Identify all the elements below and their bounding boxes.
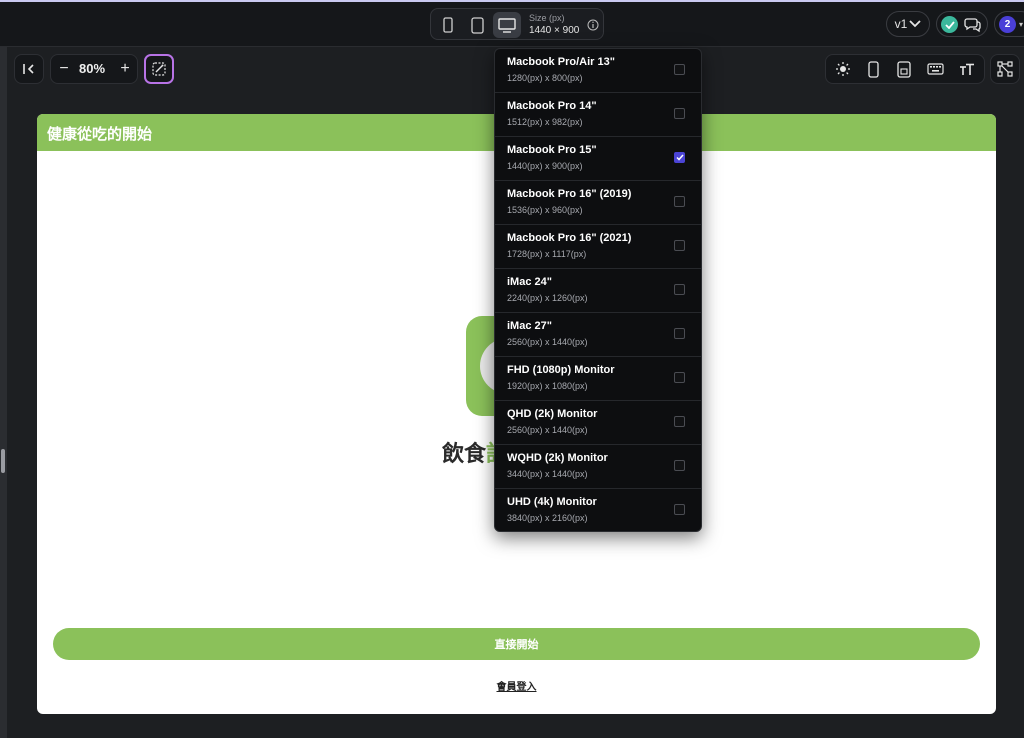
device-option[interactable]: QHD (2k) Monitor 2560(px) x 1440(px) — [495, 401, 701, 445]
device-option-resolution: 2240(px) x 1260(px) — [507, 293, 588, 303]
device-option-checkbox[interactable] — [674, 196, 685, 207]
device-option[interactable]: Macbook Pro 14" 1512(px) x 982(px) — [495, 93, 701, 137]
device-option-checkbox[interactable] — [674, 108, 685, 119]
device-option-resolution: 1440(px) x 900(px) — [507, 161, 583, 171]
start-button[interactable]: 直接開始 — [53, 628, 980, 660]
collapse-panel-group — [14, 54, 44, 84]
left-panel-edge — [0, 47, 7, 738]
collaborators-button[interactable]: 2 ▾ — [994, 11, 1024, 37]
device-option-name: UHD (4k) Monitor — [507, 496, 597, 508]
theme-toggle-button[interactable] — [828, 57, 858, 81]
collapse-left-icon — [23, 64, 34, 74]
device-option-resolution: 1920(px) x 1080(px) — [507, 381, 588, 391]
flow-group — [990, 54, 1020, 84]
device-option-name: Macbook Pro 16" (2019) — [507, 188, 632, 200]
zoom-controls: − 80% + — [50, 54, 138, 84]
preview-options — [825, 54, 985, 84]
keyboard-icon — [926, 63, 944, 75]
desktop-view-button[interactable] — [493, 12, 521, 38]
device-option-name: Macbook Pro 15" — [507, 144, 597, 156]
device-option-name: QHD (2k) Monitor — [507, 408, 598, 420]
device-option[interactable]: Macbook Pro 15" 1440(px) x 900(px) — [495, 137, 701, 181]
zoom-out-button[interactable]: − — [51, 57, 77, 81]
flow-view-button[interactable] — [992, 57, 1018, 81]
member-login-link[interactable]: 會員登入 — [37, 678, 996, 693]
device-option-resolution: 3840(px) x 2160(px) — [507, 513, 588, 523]
ai-magic-button[interactable] — [144, 54, 174, 84]
user-count-badge: 2 — [999, 16, 1016, 33]
text-size-icon — [960, 63, 974, 75]
size-label: Size (px) — [529, 13, 565, 23]
chevron-down-icon — [909, 20, 921, 28]
device-switcher: Size (px) 1440 × 900 — [430, 8, 604, 40]
phone-frame-button[interactable] — [858, 57, 888, 81]
device-option-name: Macbook Pro/Air 13" — [507, 56, 615, 68]
top-toolbar: Size (px) 1440 × 900 v1 2 ▾ — [0, 0, 1024, 47]
device-option-resolution: 3440(px) x 1440(px) — [507, 469, 588, 479]
device-size-menu: Macbook Pro/Air 13" 1280(px) x 800(px) Mac… — [494, 48, 702, 532]
device-option-resolution: 1512(px) x 982(px) — [507, 117, 583, 127]
info-icon[interactable] — [587, 18, 599, 36]
device-option[interactable]: iMac 27" 2560(px) x 1440(px) — [495, 313, 701, 357]
device-option-name: Macbook Pro 16" (2021) — [507, 232, 632, 244]
tablet-frame-button[interactable] — [889, 57, 919, 81]
magic-wand-icon — [152, 62, 166, 76]
size-value: 1440 × 900 — [529, 25, 580, 36]
device-option[interactable]: Macbook Pro/Air 13" 1280(px) x 800(px) — [495, 49, 701, 93]
device-option-checkbox[interactable] — [674, 240, 685, 251]
tagline-text: 飲食 — [442, 441, 487, 466]
device-option-checkbox[interactable] — [674, 284, 685, 295]
sun-icon — [836, 62, 850, 76]
device-option[interactable]: FHD (1080p) Monitor 1920(px) x 1080(px) — [495, 357, 701, 401]
phone-icon — [443, 17, 453, 33]
phone-view-button[interactable] — [434, 12, 462, 38]
device-option-resolution: 1536(px) x 960(px) — [507, 205, 583, 215]
device-option[interactable]: Macbook Pro 16" (2021) 1728(px) x 1117(px… — [495, 225, 701, 269]
status-chat-group — [936, 11, 988, 37]
device-option-resolution: 2560(px) x 1440(px) — [507, 337, 588, 347]
font-size-button[interactable] — [952, 57, 982, 81]
zoom-in-button[interactable]: + — [112, 57, 138, 81]
comments-icon[interactable] — [964, 15, 982, 38]
phone-icon — [867, 60, 879, 78]
device-option-checkbox[interactable] — [674, 416, 685, 427]
checkmark-icon — [675, 154, 684, 161]
device-option-checkbox[interactable] — [674, 372, 685, 383]
tablet-view-button[interactable] — [463, 12, 491, 38]
top-accent-line — [0, 0, 1024, 2]
device-option[interactable]: iMac 24" 2240(px) x 1260(px) — [495, 269, 701, 313]
device-option-name: iMac 24" — [507, 276, 552, 288]
device-option-resolution: 1728(px) x 1117(px) — [507, 249, 587, 259]
tablet-rotate-icon — [897, 60, 911, 78]
device-option-checkbox[interactable] — [674, 460, 685, 471]
resize-handle[interactable] — [1, 449, 5, 473]
collapse-panel-button[interactable] — [16, 57, 42, 81]
device-option-checkbox[interactable] — [674, 328, 685, 339]
device-option-checkbox[interactable] — [674, 152, 685, 163]
device-option-checkbox[interactable] — [674, 504, 685, 515]
device-option-resolution: 2560(px) x 1440(px) — [507, 425, 588, 435]
device-option-name: Macbook Pro 14" — [507, 100, 597, 112]
chevron-down-icon: ▾ — [1019, 20, 1024, 29]
device-option-checkbox[interactable] — [674, 64, 685, 75]
device-option-name: FHD (1080p) Monitor — [507, 364, 615, 376]
desktop-icon — [498, 17, 516, 33]
device-option-resolution: 1280(px) x 800(px) — [507, 73, 583, 83]
flow-nodes-icon — [997, 61, 1013, 77]
member-login-label: 會員登入 — [496, 682, 537, 693]
published-check-icon[interactable] — [941, 16, 958, 33]
version-selector[interactable]: v1 — [886, 11, 930, 37]
version-label: v1 — [894, 17, 908, 31]
device-option[interactable]: Macbook Pro 16" (2019) 1536(px) x 960(px) — [495, 181, 701, 225]
zoom-level[interactable]: 80% — [79, 61, 105, 76]
preview-header-title: 健康從吃的開始 — [47, 126, 153, 143]
device-option[interactable]: WQHD (2k) Monitor 3440(px) x 1440(px) — [495, 445, 701, 489]
size-readout: Size (px) 1440 × 900 — [529, 12, 579, 38]
tablet-icon — [470, 16, 484, 34]
device-option[interactable]: UHD (4k) Monitor 3840(px) x 2160(px) — [495, 489, 701, 531]
device-option-name: iMac 27" — [507, 320, 552, 332]
device-option-name: WQHD (2k) Monitor — [507, 452, 608, 464]
keyboard-button[interactable] — [920, 57, 950, 81]
